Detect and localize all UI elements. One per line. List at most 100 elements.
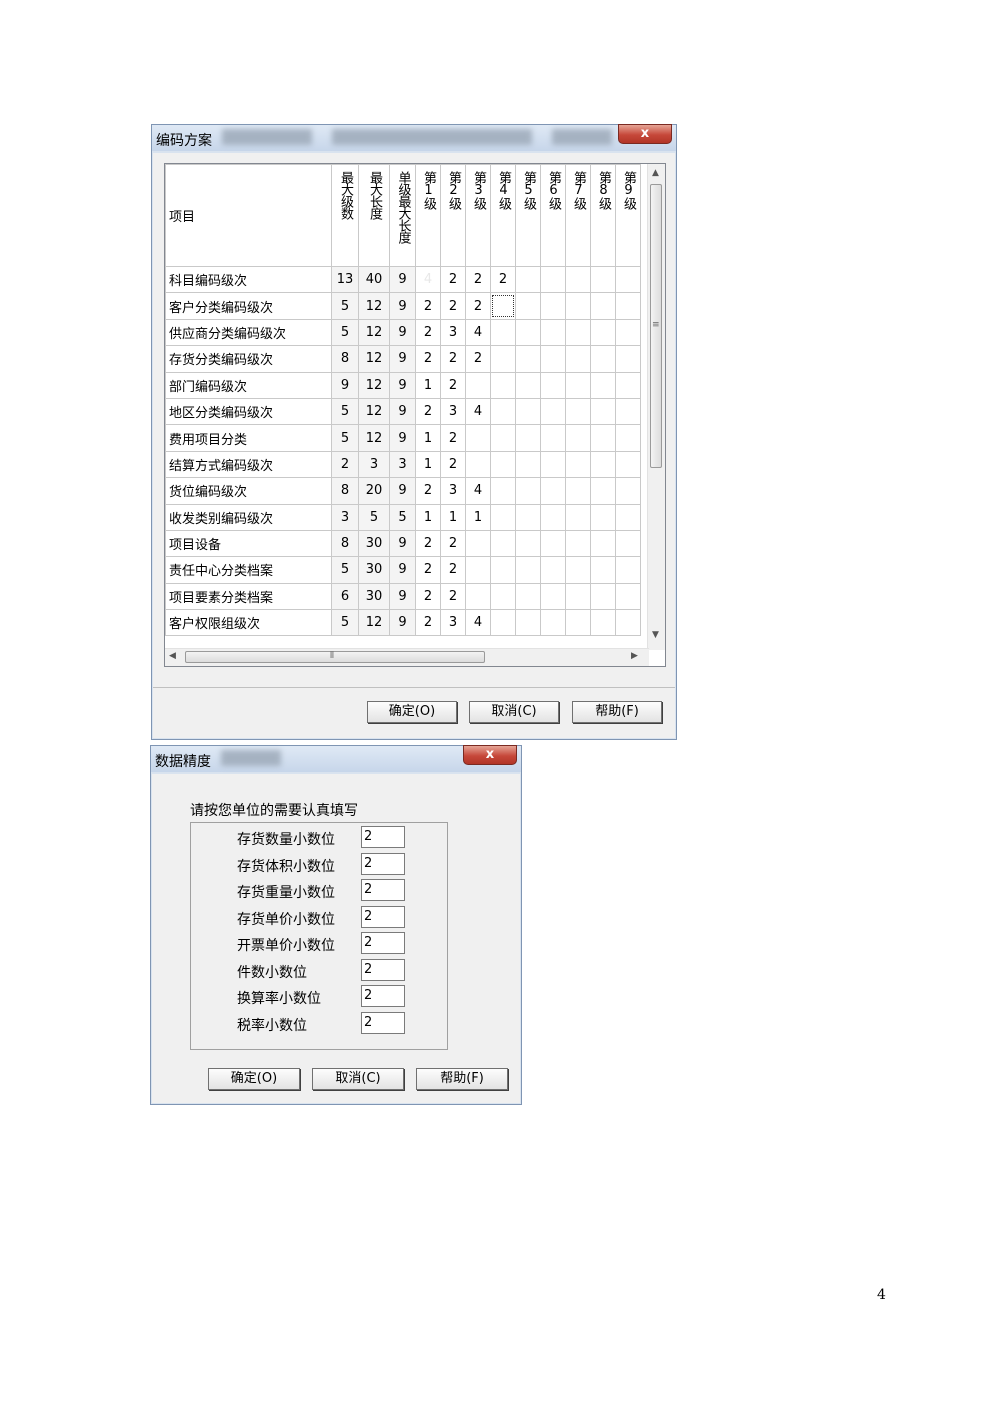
grid-cell[interactable] [490, 582, 516, 611]
grid-cell[interactable]: 2 [415, 318, 441, 347]
grid-cell[interactable]: 4 [465, 609, 491, 637]
grid-cell[interactable]: 5 [331, 292, 359, 320]
grid-cell[interactable] [515, 450, 541, 479]
grid-cell[interactable] [565, 345, 591, 373]
close-button[interactable]: x [463, 745, 517, 765]
horizontal-scrollbar[interactable]: ◀ ⦀ ▶ [165, 648, 649, 666]
grid-cell[interactable]: 3 [440, 477, 466, 505]
ok-button[interactable]: 确定(O) [367, 701, 457, 723]
grid-cell[interactable] [615, 556, 641, 584]
grid-cell[interactable] [515, 424, 541, 452]
grid-cell[interactable] [490, 450, 516, 479]
grid-cell[interactable]: 2 [440, 529, 466, 558]
grid-cell[interactable] [490, 477, 516, 505]
grid-cell[interactable]: 12 [358, 292, 390, 320]
grid-cell[interactable] [515, 609, 541, 637]
grid-cell[interactable]: 9 [389, 477, 416, 505]
grid-cell[interactable]: 2 [415, 582, 441, 611]
grid-cell[interactable]: 13 [331, 265, 359, 294]
grid-cell[interactable] [540, 529, 566, 558]
grid-cell[interactable]: 12 [358, 397, 390, 426]
grid-cell[interactable]: 8 [331, 477, 359, 505]
grid-cell[interactable]: 2 [440, 265, 466, 294]
grid-cell[interactable] [565, 424, 591, 452]
grid-cell[interactable] [590, 609, 616, 637]
grid-cell[interactable]: 3 [331, 503, 359, 531]
grid-cell[interactable]: 2 [465, 292, 491, 320]
grid-cell[interactable]: 4 [465, 477, 491, 505]
grid-cell[interactable] [590, 397, 616, 426]
grid-cell[interactable] [465, 556, 491, 584]
grid-cell[interactable]: 2 [440, 424, 466, 452]
grid-cell[interactable]: 2 [440, 582, 466, 611]
grid-cell[interactable]: 1 [415, 450, 441, 479]
grid-cell[interactable] [490, 609, 516, 637]
grid-cell[interactable]: 5 [331, 397, 359, 426]
grid-cell[interactable] [590, 556, 616, 584]
grid-cell[interactable] [590, 450, 616, 479]
grid-cell[interactable] [590, 371, 616, 399]
cancel-button[interactable]: 取消(C) [312, 1068, 404, 1090]
help-button[interactable]: 帮助(F) [416, 1068, 508, 1090]
grid-cell[interactable]: 1 [465, 503, 491, 531]
grid-cell[interactable] [540, 318, 566, 347]
grid-cell[interactable] [590, 424, 616, 452]
grid-cell[interactable] [565, 371, 591, 399]
scroll-right-icon[interactable]: ▶ [631, 651, 638, 661]
grid-cell[interactable] [490, 318, 516, 347]
grid-cell[interactable]: 6 [331, 582, 359, 611]
grid-cell[interactable] [540, 292, 566, 320]
grid-cell[interactable] [590, 477, 616, 505]
close-button[interactable]: x [618, 124, 672, 144]
grid-cell[interactable]: 3 [358, 450, 390, 479]
grid-cell[interactable] [615, 503, 641, 531]
grid-cell[interactable] [565, 503, 591, 531]
grid-cell[interactable]: 2 [490, 265, 516, 294]
grid-cell[interactable] [615, 371, 641, 399]
piece-count-decimals-input[interactable]: 2 [361, 958, 405, 981]
grid-cell[interactable]: 9 [389, 582, 416, 611]
grid-cell[interactable] [490, 556, 516, 584]
grid-cell[interactable] [490, 503, 516, 531]
grid-cell[interactable] [590, 318, 616, 347]
grid-cell[interactable] [515, 503, 541, 531]
tax-rate-decimals-input[interactable]: 2 [361, 1011, 405, 1034]
grid-cell[interactable]: 8 [331, 345, 359, 373]
grid-cell[interactable] [515, 371, 541, 399]
grid-cell[interactable]: 5 [331, 556, 359, 584]
grid-cell[interactable]: 2 [415, 397, 441, 426]
grid-cell[interactable] [465, 424, 491, 452]
grid-cell[interactable] [565, 477, 591, 505]
grid-cell[interactable] [465, 529, 491, 558]
grid-cell[interactable] [465, 450, 491, 479]
grid-cell[interactable] [565, 609, 591, 637]
grid-cell[interactable]: 2 [415, 529, 441, 558]
grid-cell[interactable] [565, 582, 591, 611]
grid-cell[interactable]: 9 [389, 609, 416, 637]
grid-cell[interactable]: 2 [440, 450, 466, 479]
grid-cell[interactable] [565, 529, 591, 558]
grid-cell[interactable]: 9 [389, 292, 416, 320]
grid-cell[interactable]: 5 [389, 503, 416, 531]
grid-cell[interactable] [615, 424, 641, 452]
grid-cell[interactable] [465, 371, 491, 399]
grid-cell[interactable]: 12 [358, 424, 390, 452]
grid-cell[interactable]: 12 [358, 345, 390, 373]
grid-cell[interactable]: 2 [415, 345, 441, 373]
grid-cell[interactable] [615, 450, 641, 479]
grid-cell[interactable]: 1 [415, 503, 441, 531]
grid-cell[interactable] [615, 397, 641, 426]
grid-cell[interactable] [515, 265, 541, 294]
grid-cell[interactable] [540, 265, 566, 294]
grid-cell[interactable] [615, 318, 641, 347]
grid-cell[interactable]: 2 [465, 345, 491, 373]
grid-cell[interactable] [615, 582, 641, 611]
grid-cell[interactable]: 2 [440, 556, 466, 584]
grid-cell[interactable] [490, 529, 516, 558]
grid-cell[interactable]: 2 [465, 265, 491, 294]
grid-cell[interactable]: 12 [358, 318, 390, 347]
cancel-button[interactable]: 取消(C) [469, 701, 559, 723]
grid-cell[interactable] [565, 265, 591, 294]
grid-cell[interactable]: 8 [331, 529, 359, 558]
grid-cell[interactable] [540, 477, 566, 505]
